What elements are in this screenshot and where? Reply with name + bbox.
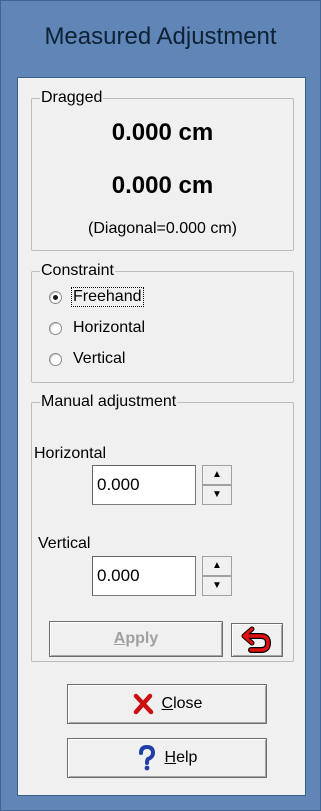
apply-button[interactable]: Apply <box>49 621 223 657</box>
radio-label-freehand[interactable]: Freehand <box>71 287 144 307</box>
vertical-spin-up[interactable]: ▲ <box>202 556 232 576</box>
manual-adjustment-legend: Manual adjustment <box>40 393 178 411</box>
title-bar[interactable]: Measured Adjustment <box>1 1 320 77</box>
measured-adjustment-window: Measured Adjustment Dragged 0.000 cm 0.0… <box>0 0 321 811</box>
close-button[interactable]: Close <box>67 684 267 724</box>
radio-label-horizontal[interactable]: Horizontal <box>72 319 146 337</box>
horizontal-spinner: ▲ ▼ <box>202 465 232 505</box>
up-arrow-icon: ▲ <box>212 469 222 480</box>
diagonal-readout: (Diagonal=0.000 cm) <box>88 220 237 237</box>
dragged-group: Dragged 0.000 cm 0.000 cm (Diagonal=0.00… <box>31 89 294 251</box>
radio-button[interactable] <box>49 352 62 366</box>
radio-horizontal[interactable]: Horizontal <box>49 317 146 339</box>
close-icon <box>132 693 154 715</box>
dragged-legend: Dragged <box>40 89 104 107</box>
vertical-input[interactable] <box>92 556 196 596</box>
down-arrow-icon: ▼ <box>212 580 222 591</box>
dragged-value-2: 0.000 cm <box>111 172 214 199</box>
up-arrow-icon: ▲ <box>212 560 222 571</box>
undo-arrow-icon <box>241 625 273 655</box>
apply-label-rest: pply <box>125 630 159 647</box>
radio-vertical[interactable]: Vertical <box>49 348 126 370</box>
radio-freehand[interactable]: Freehand <box>49 286 144 308</box>
radio-button[interactable] <box>49 290 62 304</box>
vertical-spinner: ▲ ▼ <box>202 556 232 596</box>
close-label-rest: lose <box>173 695 203 712</box>
constraint-legend: Constraint <box>40 262 115 280</box>
help-button[interactable]: Help <box>67 738 267 778</box>
dragged-value-1: 0.000 cm <box>111 119 214 146</box>
horizontal-input[interactable] <box>92 465 196 505</box>
down-arrow-icon: ▼ <box>212 489 222 500</box>
radio-button[interactable] <box>49 321 62 335</box>
help-label-rest: elp <box>176 749 198 766</box>
horizontal-spin-up[interactable]: ▲ <box>202 465 232 485</box>
help-access-key: H <box>164 749 177 766</box>
vertical-label: Vertical <box>38 535 91 552</box>
close-access-key: C <box>161 695 174 712</box>
horizontal-spin-down[interactable]: ▼ <box>202 485 232 505</box>
manual-adjustment-group: Manual adjustment Horizontal ▲ ▼ Vertica… <box>31 393 294 662</box>
radio-label-vertical[interactable]: Vertical <box>72 350 126 368</box>
dialog-body: Dragged 0.000 cm 0.000 cm (Diagonal=0.00… <box>17 77 306 796</box>
window-title: Measured Adjustment <box>44 23 277 50</box>
help-icon <box>137 745 157 771</box>
apply-access-key: A <box>113 630 126 647</box>
vertical-spin-down[interactable]: ▼ <box>202 576 232 596</box>
constraint-group: Constraint Freehand Horizontal Vertical <box>31 262 294 383</box>
horizontal-label: Horizontal <box>34 445 107 462</box>
undo-button[interactable] <box>231 623 283 657</box>
